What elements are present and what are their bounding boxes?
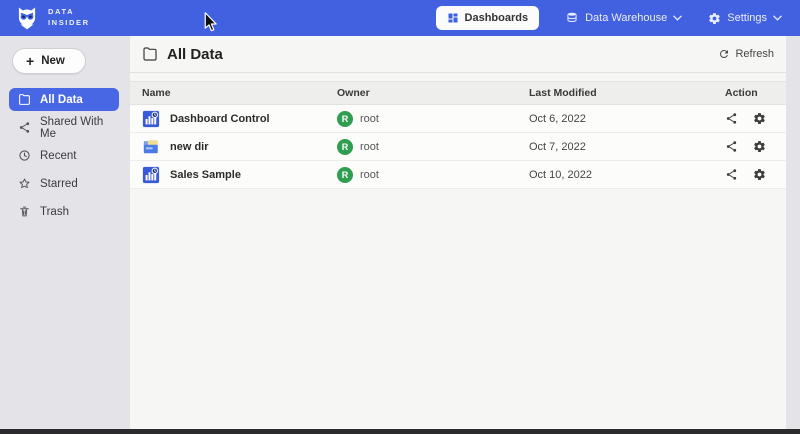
- main-area: All Data Refresh Name Owner Last Modifie…: [128, 36, 800, 429]
- owner-name: root: [360, 169, 379, 181]
- sidebar-item-label: Starred: [40, 178, 78, 190]
- owner-avatar: R: [337, 167, 353, 183]
- settings-label: Settings: [727, 12, 767, 24]
- dashboards-label: Dashboards: [465, 12, 529, 24]
- database-icon: [565, 11, 579, 25]
- last-modified-date: Oct 7, 2022: [529, 141, 725, 153]
- plus-icon: +: [26, 54, 34, 68]
- chevron-down-icon: [773, 15, 782, 21]
- trash-icon: [18, 205, 31, 218]
- share-icon: [725, 112, 738, 125]
- sidebar-item-trash[interactable]: Trash: [9, 200, 119, 223]
- table-row[interactable]: Sales Sample R root Oct 10, 2022: [130, 161, 786, 189]
- refresh-icon: [718, 48, 730, 60]
- owl-logo-icon: [14, 5, 40, 31]
- action-cell: [725, 168, 786, 181]
- table-header: Name Owner Last Modified Action: [130, 81, 786, 105]
- file-name: new dir: [170, 141, 209, 153]
- share-nodes-icon: [18, 121, 31, 134]
- gear-icon: [708, 12, 721, 25]
- settings-menu[interactable]: Settings: [708, 12, 782, 25]
- folder-icon: [142, 46, 158, 62]
- sidebar-item-label: Trash: [40, 206, 69, 218]
- gear-icon: [753, 140, 766, 153]
- window-bottom-edge: [0, 429, 800, 434]
- dashboard-file-icon: [142, 110, 160, 128]
- row-settings-button[interactable]: [753, 168, 766, 181]
- share-button[interactable]: [725, 112, 738, 125]
- dashboards-button[interactable]: Dashboards: [436, 6, 540, 30]
- owner-avatar: R: [337, 111, 353, 127]
- top-header-bar: DATA INSIDER Dashboards Data Warehouse: [0, 0, 800, 36]
- new-button-label: New: [41, 55, 65, 67]
- refresh-label: Refresh: [735, 48, 774, 60]
- sidebar: + New All Data: [0, 36, 128, 429]
- file-name: Sales Sample: [170, 169, 241, 181]
- action-cell: [725, 140, 786, 153]
- sidebar-item-shared-with-me[interactable]: Shared With Me: [9, 116, 119, 139]
- column-header-owner: Owner: [337, 87, 529, 99]
- page-title: All Data: [167, 46, 223, 63]
- chevron-down-icon: [673, 15, 682, 21]
- action-cell: [725, 112, 786, 125]
- column-header-name: Name: [142, 87, 337, 99]
- gear-icon: [753, 112, 766, 125]
- sidebar-item-label: All Data: [40, 94, 83, 106]
- file-name-cell[interactable]: new dir: [142, 138, 337, 156]
- share-icon: [725, 168, 738, 181]
- sidebar-item-starred[interactable]: Starred: [9, 172, 119, 195]
- share-button[interactable]: [725, 140, 738, 153]
- clock-icon: [18, 149, 31, 162]
- folder-file-icon: [142, 138, 160, 156]
- gear-icon: [753, 168, 766, 181]
- app-name: DATA INSIDER: [48, 7, 90, 29]
- last-modified-date: Oct 10, 2022: [529, 169, 725, 181]
- owner-cell: R root: [337, 139, 529, 155]
- owner-cell: R root: [337, 111, 529, 127]
- star-icon: [18, 177, 31, 190]
- sidebar-nav: All Data Shared With Me: [0, 88, 128, 223]
- dashboard-grid-icon: [447, 12, 459, 24]
- file-name-cell[interactable]: Dashboard Control: [142, 110, 337, 128]
- sidebar-item-label: Recent: [40, 150, 76, 162]
- file-name: Dashboard Control: [170, 113, 270, 125]
- data-warehouse-label: Data Warehouse: [585, 12, 667, 24]
- owner-name: root: [360, 113, 379, 125]
- app-logo[interactable]: DATA INSIDER: [14, 5, 90, 31]
- table-body: Dashboard Control R root Oct 6, 2022: [130, 105, 786, 189]
- sidebar-item-recent[interactable]: Recent: [9, 144, 119, 167]
- sidebar-item-label: Shared With Me: [40, 116, 110, 140]
- table-row[interactable]: new dir R root Oct 7, 2022: [130, 133, 786, 161]
- column-header-action: Action: [725, 87, 786, 99]
- share-icon: [725, 140, 738, 153]
- folder-icon: [18, 93, 31, 106]
- last-modified-date: Oct 6, 2022: [529, 113, 725, 125]
- owner-avatar: R: [337, 139, 353, 155]
- file-name-cell[interactable]: Sales Sample: [142, 166, 337, 184]
- content-panel: All Data Refresh Name Owner Last Modifie…: [130, 36, 786, 429]
- table-row[interactable]: Dashboard Control R root Oct 6, 2022: [130, 105, 786, 133]
- owner-cell: R root: [337, 167, 529, 183]
- row-settings-button[interactable]: [753, 140, 766, 153]
- title-bar: All Data Refresh: [130, 36, 786, 73]
- dashboard-file-icon: [142, 166, 160, 184]
- app-window: DATA INSIDER Dashboards Data Warehouse: [0, 0, 800, 434]
- data-warehouse-menu[interactable]: Data Warehouse: [565, 11, 682, 25]
- owner-name: root: [360, 141, 379, 153]
- column-header-last-modified: Last Modified: [529, 87, 725, 99]
- refresh-button[interactable]: Refresh: [718, 48, 774, 60]
- sidebar-item-all-data[interactable]: All Data: [9, 88, 119, 111]
- row-settings-button[interactable]: [753, 112, 766, 125]
- share-button[interactable]: [725, 168, 738, 181]
- new-button[interactable]: + New: [12, 48, 86, 74]
